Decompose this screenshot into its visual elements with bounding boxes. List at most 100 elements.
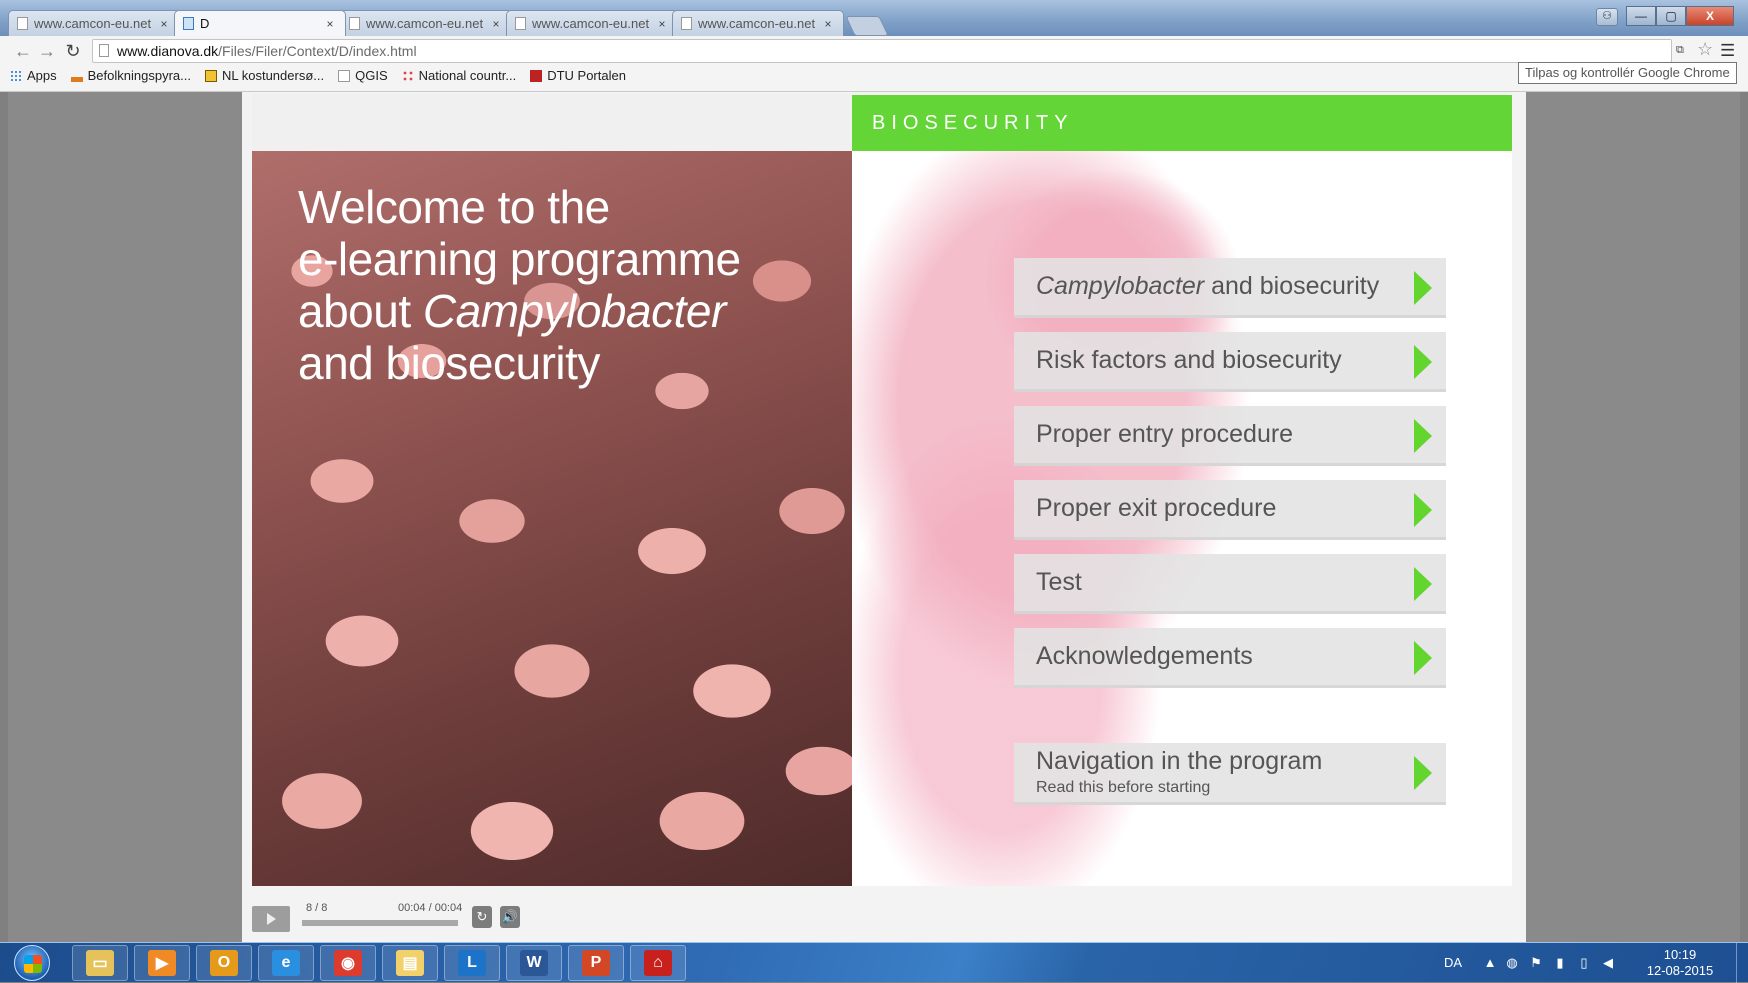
action-center-flag-icon[interactable]: ⚑ (1528, 955, 1544, 971)
taskbar-app-folder[interactable]: ▤ (382, 945, 438, 981)
taskbar-app-chrome[interactable]: ◉ (320, 945, 376, 981)
tab-1[interactable]: www.camcon-eu.net × (8, 10, 180, 36)
menu-item-acknowledgements[interactable]: Acknowledgements (1014, 628, 1446, 688)
menu-item-test[interactable]: Test (1014, 554, 1446, 614)
bookmark-nl-kostundersogelse[interactable]: NL kostundersø... (204, 68, 324, 83)
tabs: www.camcon-eu.net × D × www.camcon-eu.net ×… (8, 6, 889, 36)
bookmark-dtu-portalen[interactable]: DTU Portalen (530, 68, 626, 83)
page-icon (99, 44, 109, 57)
tab-close-icon[interactable]: × (157, 17, 171, 31)
battery-icon[interactable]: ▯ (1576, 955, 1592, 971)
minimize-button[interactable]: — (1626, 6, 1656, 26)
chickens-photo: Welcome to the e-learning programme abou… (252, 151, 852, 886)
menu-item-exit-procedure[interactable]: Proper exit procedure (1014, 480, 1446, 540)
window-controls: — ▢ X (1626, 6, 1734, 26)
dtu-icon (530, 69, 543, 82)
welcome-line-4: and biosecurity (298, 337, 600, 389)
menu-item-label: Proper entry procedure (1036, 420, 1294, 448)
menu-item-label: Proper exit procedure (1036, 494, 1277, 522)
browser-toolbar: ← → ↻ www.dianova.dk/Files/Filer/Context… (0, 36, 1748, 92)
taskbar-app-acrobat[interactable]: ⌂ (630, 945, 686, 981)
tab-3[interactable]: www.camcon-eu.net × (340, 10, 512, 36)
start-button[interactable] (14, 945, 50, 981)
bookmark-national-country[interactable]: National countr... (401, 68, 516, 83)
menu-item-rest: and biosecurity (1204, 272, 1380, 300)
reload-icon[interactable]: ↻ (62, 40, 84, 62)
bookmark-star-icon[interactable]: ☆ (1697, 39, 1713, 60)
language-indicator[interactable]: DA (1444, 955, 1462, 970)
show-desktop-button[interactable] (1736, 943, 1748, 983)
taskbar-app-word[interactable]: W (506, 945, 562, 981)
taskbar-app-media-player[interactable]: ▶ (134, 945, 190, 981)
close-window-button[interactable]: X (1686, 6, 1734, 26)
menu-item-entry-procedure[interactable]: Proper entry procedure (1014, 406, 1446, 466)
tab-close-icon[interactable]: × (821, 17, 835, 31)
bookmark-befolkningspyramide[interactable]: Befolkningspyra... (70, 68, 191, 83)
user-profile-icon[interactable]: ⚇ (1596, 8, 1618, 26)
clock[interactable]: 10:19 12-08-2015 (1640, 947, 1720, 979)
taskbar-app-explorer[interactable]: ▭ (72, 945, 128, 981)
show-hidden-icons-icon[interactable]: ▲ (1482, 955, 1498, 971)
back-icon[interactable]: ← (12, 40, 34, 62)
play-arrow-icon (1414, 493, 1432, 527)
taskbar-app-lync[interactable]: L (444, 945, 500, 981)
apps-grid-icon (10, 69, 22, 82)
translate-icon[interactable]: ⧉ (1676, 44, 1692, 58)
outlook-icon: O (210, 950, 238, 976)
clock-date: 12-08-2015 (1646, 963, 1714, 978)
forward-icon[interactable]: → (36, 40, 58, 62)
banner-title: BIOSECURITY (852, 95, 1512, 151)
address-bar[interactable]: www.dianova.dk/Files/Filer/Context/D/ind… (92, 39, 1672, 63)
tab-4[interactable]: www.camcon-eu.net × (506, 10, 678, 36)
tab-2-active[interactable]: D × (174, 10, 346, 36)
media-player-icon: ▶ (148, 950, 176, 976)
bookmarks-bar: Apps Befolkningspyra... NL kostundersø..… (10, 68, 640, 83)
network-globe-icon[interactable]: ◍ (1504, 955, 1520, 971)
slide-counter: 8 / 8 (306, 902, 328, 914)
play-button[interactable] (252, 906, 290, 932)
replay-button[interactable]: ↻ (472, 906, 492, 928)
page-icon (17, 17, 28, 30)
tab-5[interactable]: www.camcon-eu.net × (672, 10, 844, 36)
menu-item-label: Campylobacter and biosecurity (1036, 272, 1379, 301)
menu-item-label: Risk factors and biosecurity (1036, 346, 1342, 374)
explorer-icon: ▭ (86, 950, 114, 976)
welcome-heading: Welcome to the e-learning programme abou… (298, 181, 838, 389)
page-icon (681, 17, 692, 30)
player-controls: 8 / 8 00:04 / 00:04 ↻ 🔊 (252, 892, 1516, 938)
powerpoint-icon: P (582, 950, 610, 976)
tooltip-customize-chrome: Tilpas og kontrollér Google Chrome (1518, 62, 1737, 84)
menu-panel: Campylobacter and biosecurity Risk facto… (852, 151, 1512, 886)
time-display: 00:04 / 00:04 (398, 902, 463, 914)
site-icon (183, 17, 194, 30)
play-arrow-icon (1414, 345, 1432, 379)
chrome-menu-icon[interactable]: ☰ (1720, 41, 1735, 61)
volume-button[interactable]: 🔊 (500, 906, 520, 928)
welcome-line-1: Welcome to the (298, 181, 610, 233)
maximize-button[interactable]: ▢ (1656, 6, 1686, 26)
menu-item-risk-factors[interactable]: Risk factors and biosecurity (1014, 332, 1446, 392)
bookmark-apps[interactable]: Apps (10, 68, 57, 83)
chapter-menu: Campylobacter and biosecurity Risk facto… (1014, 151, 1446, 886)
bookmark-label: DTU Portalen (547, 68, 626, 83)
signal-icon[interactable]: ▮ (1552, 955, 1568, 971)
tab-close-icon[interactable]: × (323, 17, 337, 31)
tab-close-icon[interactable]: × (489, 17, 503, 31)
page-viewport: BIOSECURITY Welcome to the e-learning pr… (8, 92, 1740, 942)
taskbar-app-outlook[interactable]: O (196, 945, 252, 981)
menu-item-navigation[interactable]: Navigation in the program Read this befo… (1014, 743, 1446, 805)
bookmark-label: Apps (27, 68, 57, 83)
menu-item-sublabel: Read this before starting (1036, 779, 1211, 796)
bookmark-yellow-icon (204, 69, 217, 82)
new-tab-button[interactable] (845, 16, 889, 36)
bookmark-qgis[interactable]: QGIS (338, 68, 388, 83)
taskbar-app-internet-explorer[interactable]: e (258, 945, 314, 981)
menu-item-campylobacter-biosecurity[interactable]: Campylobacter and biosecurity (1014, 258, 1446, 318)
chrome-icon: ◉ (334, 950, 362, 976)
taskbar-app-powerpoint[interactable]: P (568, 945, 624, 981)
speaker-icon[interactable]: ◀ (1600, 955, 1616, 971)
lync-icon: L (458, 950, 486, 976)
menu-item-label: Acknowledgements (1036, 642, 1253, 670)
tab-close-icon[interactable]: × (655, 17, 669, 31)
progress-bar[interactable] (302, 920, 458, 926)
